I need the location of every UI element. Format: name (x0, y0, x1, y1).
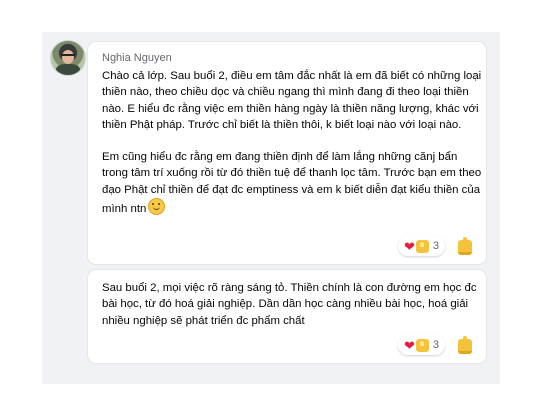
heart-reaction-icon: ❤ (404, 238, 415, 254)
reaction-count: 3 (432, 240, 440, 252)
author-name[interactable]: Nghia Nguyen (102, 52, 172, 64)
like-button-icon[interactable] (458, 237, 472, 255)
avatar[interactable] (50, 40, 86, 76)
avatar-body (56, 64, 80, 75)
reaction-summary-2[interactable]: ❤ 3 (398, 335, 446, 355)
like-reaction-icon (415, 239, 429, 253)
comment-1-paragraph-1: Chào cả lớp. Sau buổi 2, điều em tâm đắc… (102, 70, 482, 132)
heart-reaction-icon: ❤ (404, 337, 415, 353)
reaction-count: 3 (432, 339, 440, 351)
smiling-face-icon (148, 198, 166, 216)
comment-1-paragraph-2: Em cũng hiểu đc rằng em đang thiền định … (102, 149, 482, 218)
like-button-icon[interactable] (458, 336, 472, 354)
like-reaction-icon (415, 338, 429, 352)
reaction-summary-1[interactable]: ❤ 3 (398, 236, 446, 256)
avatar-glasses (61, 54, 75, 59)
comment-2-text: Sau buổi 2, mọi việc rõ ràng sáng tỏ. Th… (102, 282, 477, 327)
